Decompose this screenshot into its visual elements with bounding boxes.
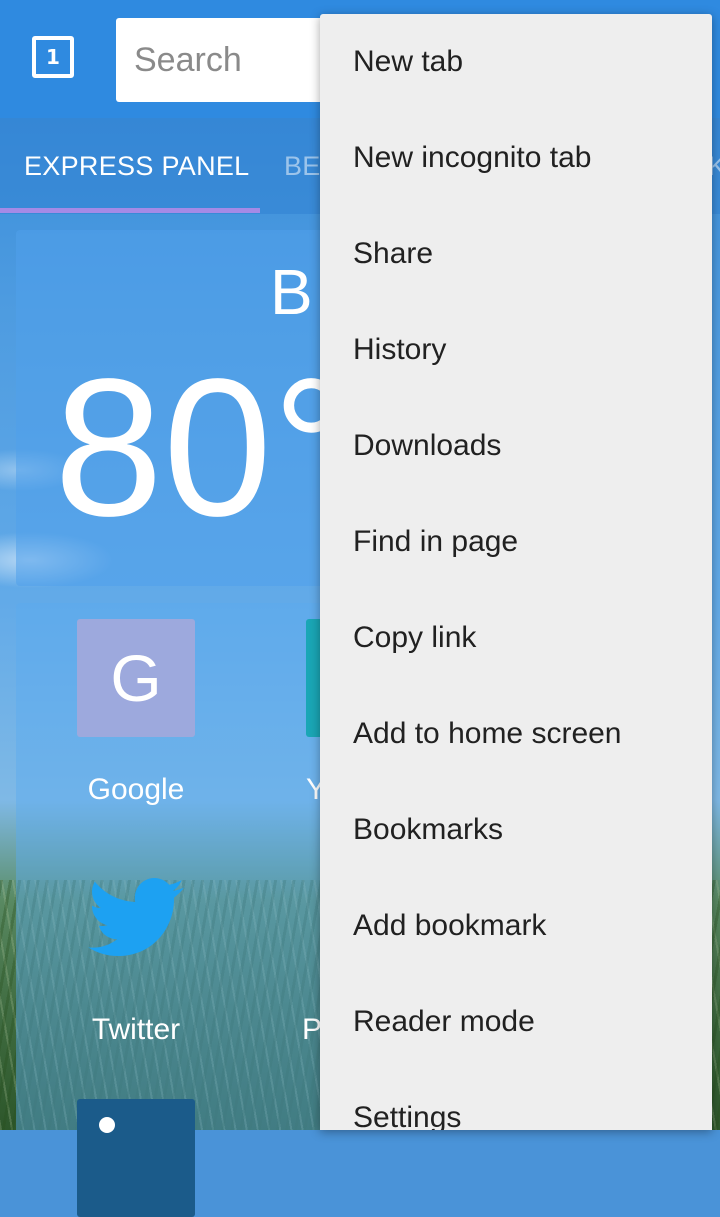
menu-item-share[interactable]: Share: [320, 206, 712, 302]
menu-item-add-to-home-screen[interactable]: Add to home screen: [320, 686, 712, 782]
tab-second[interactable]: BE: [284, 118, 321, 214]
menu-item-label: History: [353, 333, 447, 366]
menu-item-downloads[interactable]: Downloads: [320, 398, 712, 494]
menu-item-label: Add to home screen: [353, 717, 622, 750]
speed-dial-label: Twitter: [91, 1013, 181, 1046]
menu-item-find-in-page[interactable]: Find in page: [320, 494, 712, 590]
menu-item-add-bookmark[interactable]: Add bookmark: [320, 878, 712, 974]
tab-count-label: 1: [46, 45, 60, 69]
menu-item-label: Copy link: [353, 621, 477, 654]
menu-item-bookmarks[interactable]: Bookmarks: [320, 782, 712, 878]
menu-item-label: New tab: [353, 45, 464, 78]
menu-item-label: Share: [353, 237, 434, 270]
tab-switcher-button[interactable]: 1: [32, 36, 74, 78]
menu-item-label: Settings: [353, 1101, 462, 1130]
menu-item-label: New incognito tab: [353, 141, 592, 174]
twitter-bird-icon: [77, 859, 195, 977]
menu-item-label: Bookmarks: [353, 813, 504, 846]
tab-express-panel[interactable]: EXPRESS PANEL: [24, 118, 250, 214]
weather-temperature: 80°: [54, 338, 351, 557]
menu-item-new-incognito-tab[interactable]: New incognito tab: [320, 110, 712, 206]
menu-item-new-tab[interactable]: New tab: [320, 14, 712, 110]
menu-item-label: Add bookmark: [353, 909, 547, 942]
menu-item-reader-mode[interactable]: Reader mode: [320, 974, 712, 1070]
site-icon: [77, 1099, 195, 1217]
google-icon-letter: G: [110, 641, 162, 715]
menu-item-label: Find in page: [353, 525, 519, 558]
search-input[interactable]: [132, 40, 316, 81]
weather-city: B: [270, 256, 313, 328]
menu-item-label: Downloads: [353, 429, 502, 462]
menu-item-label: Reader mode: [353, 1005, 535, 1038]
google-letter-icon: G: [77, 619, 195, 737]
menu-item-history[interactable]: History: [320, 302, 712, 398]
weather-card[interactable]: B 80°: [16, 230, 350, 586]
tab-label: BE: [284, 150, 321, 181]
menu-item-copy-link[interactable]: Copy link: [320, 590, 712, 686]
menu-item-settings[interactable]: Settings: [320, 1070, 712, 1130]
speed-dial-twitter[interactable]: Twitter: [77, 859, 195, 1046]
speed-dial-label: Google: [87, 773, 185, 806]
overflow-menu: New tab New incognito tab Share History …: [320, 14, 712, 1130]
speed-dial-panel: G Google Y Twitter P: [16, 603, 424, 1217]
speed-dial-more[interactable]: [77, 1099, 195, 1217]
tab-label: EXPRESS PANEL: [24, 150, 250, 181]
active-tab-indicator: [0, 208, 260, 213]
speed-dial-google[interactable]: G Google: [77, 619, 195, 806]
